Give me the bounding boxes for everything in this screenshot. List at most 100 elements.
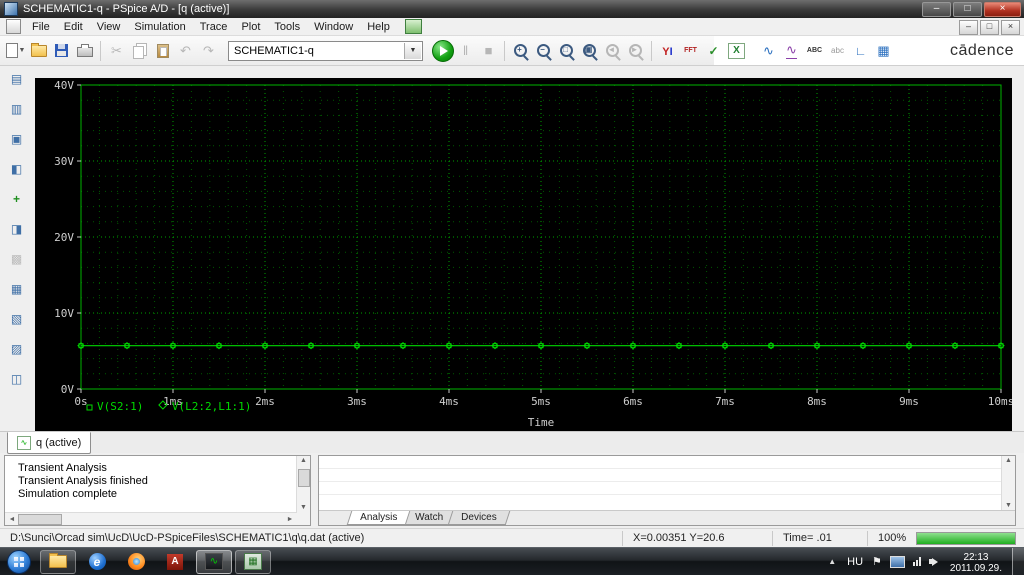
scroll-right-icon[interactable]: ►	[284, 516, 296, 523]
cut-button[interactable]: ✂	[105, 39, 128, 62]
left-toolbar-button-6[interactable]: ◨	[7, 220, 26, 238]
combobox-dropdown-icon[interactable]: ▼	[404, 42, 421, 59]
scroll-left-icon[interactable]: ◄	[6, 516, 18, 523]
paste-button[interactable]	[151, 39, 174, 62]
run-pspice-button[interactable]	[431, 39, 454, 62]
waveform-plot-area[interactable]: 40V 30V 20V 10V 0V 0s 1ms 2ms 3ms 4ms 5ms 6ms 7ms 8ms…	[35, 78, 1012, 431]
horizontal-scrollbar[interactable]: ◄ ►	[5, 512, 297, 525]
schematic-icon[interactable]	[404, 19, 422, 34]
new-file-button[interactable]: ▼	[4, 39, 27, 62]
scroll-down-icon[interactable]: ▼	[298, 504, 310, 511]
left-toolbar-button-4[interactable]: ◧	[7, 160, 26, 178]
export-excel-button[interactable]: X	[725, 39, 748, 62]
tray-expand-icon[interactable]: ▲	[822, 557, 842, 566]
previous-zoom-icon: ◄	[606, 44, 619, 57]
left-toolbar-button-3[interactable]: ▣	[7, 130, 26, 148]
mdi-minimize-button[interactable]: –	[959, 20, 978, 35]
taskbar-internet-explorer-button[interactable]: e	[79, 550, 115, 574]
save-button[interactable]	[50, 39, 73, 62]
add-trace-button[interactable]: ∿	[757, 39, 780, 62]
taskbar-explorer-button[interactable]	[40, 549, 76, 574]
performance-analysis-button[interactable]: ✓	[702, 39, 725, 62]
axis-settings-button[interactable]: ∟	[849, 39, 872, 62]
svg-text:5ms: 5ms	[531, 395, 551, 408]
left-toolbar-button-10[interactable]: ▨	[7, 340, 26, 358]
taskbar-adobe-reader-button[interactable]: A	[157, 550, 193, 574]
left-toolbar-button-5[interactable]: +	[7, 190, 26, 208]
copy-button[interactable]	[128, 39, 151, 62]
zoom-area-button[interactable]: □	[555, 39, 578, 62]
menu-tools[interactable]: Tools	[267, 19, 307, 35]
menu-help[interactable]: Help	[360, 19, 397, 35]
zoom-out-button[interactable]: −	[532, 39, 555, 62]
text-label-button[interactable]: ABC	[803, 39, 826, 62]
simulation-status-window[interactable]: ▲ ▼ Analysis Watch Devices	[318, 455, 1016, 526]
show-desktop-button[interactable]	[1012, 548, 1024, 575]
vertical-scrollbar[interactable]: ▲ ▼	[1001, 456, 1015, 510]
mdi-close-button[interactable]: ×	[1001, 20, 1020, 35]
menu-simulation[interactable]: Simulation	[127, 19, 192, 35]
vertical-scrollbar[interactable]: ▲ ▼	[296, 456, 310, 512]
menu-file[interactable]: File	[25, 19, 57, 35]
document-icon[interactable]	[6, 19, 21, 34]
menu-view[interactable]: View	[90, 19, 128, 35]
scrollbar-thumb[interactable]	[298, 469, 310, 487]
undo-button[interactable]: ↶	[174, 39, 197, 62]
toggle-cursor-button[interactable]: ∿	[780, 39, 803, 62]
taskbar-firefox-button[interactable]	[118, 550, 154, 574]
toolbar-separator	[504, 40, 505, 61]
check-icon: ✓	[708, 43, 719, 58]
print-button[interactable]	[73, 39, 96, 62]
output-window[interactable]: Transient Analysis Transient Analysis fi…	[4, 455, 311, 526]
network-tray-icon[interactable]	[912, 557, 921, 566]
progress-bar	[916, 531, 1016, 545]
hatch-page-icon: ▨	[10, 342, 23, 356]
zoom-in-button[interactable]: +	[509, 39, 532, 62]
maximize-button[interactable]: □	[953, 2, 982, 17]
left-toolbar-button-1[interactable]: ▤	[7, 70, 26, 88]
scroll-down-icon[interactable]: ▼	[1003, 502, 1015, 509]
log-x-axis-button[interactable]: YI	[656, 39, 679, 62]
action-center-flag-icon[interactable]: ⚑	[872, 555, 882, 568]
annotation-button[interactable]: abc	[826, 39, 849, 62]
left-toolbar-button-7[interactable]: ▩	[7, 250, 26, 268]
pause-button[interactable]: ‖	[454, 39, 477, 62]
simulation-profile-combobox[interactable]: SCHEMATIC1-q ▼	[228, 40, 423, 61]
mdi-restore-button[interactable]: □	[980, 20, 999, 35]
menu-edit[interactable]: Edit	[57, 19, 90, 35]
cadence-logo: cādence	[950, 42, 1014, 59]
scrollbar-thumb[interactable]	[18, 514, 62, 525]
left-toolbar-button-9[interactable]: ▧	[7, 310, 26, 328]
close-button[interactable]: ×	[984, 2, 1021, 17]
left-toolbar-button-11[interactable]: ◫	[7, 370, 26, 388]
scroll-up-icon[interactable]: ▲	[1003, 457, 1015, 464]
language-indicator[interactable]: HU	[842, 556, 868, 568]
tab-analysis[interactable]: Analysis	[346, 511, 411, 525]
add-plot-button[interactable]: ▦	[872, 39, 895, 62]
taskbar-clock[interactable]: 22:13 2011.09.29.	[942, 550, 1010, 574]
left-toolbar-button-2[interactable]: ▥	[7, 100, 26, 118]
minimize-button[interactable]: –	[922, 2, 951, 17]
disabled-tool-icon: ▩	[10, 252, 23, 266]
left-toolbar-button-8[interactable]: ▦	[7, 280, 26, 298]
waveform-chart[interactable]: 40V30V20V10V0V0s 1ms 2ms 3ms 4ms 5ms 6ms 7ms 8ms…	[35, 78, 1012, 431]
menu-trace[interactable]: Trace	[193, 19, 235, 35]
stop-button[interactable]: ■	[477, 39, 500, 62]
taskbar-orcad-capture-button[interactable]: ▦	[235, 549, 271, 574]
volume-tray-icon[interactable]	[928, 557, 938, 566]
cursor-waveform-icon: ∿	[786, 42, 797, 59]
redo-button[interactable]: ↷	[197, 39, 220, 62]
start-button[interactable]	[7, 549, 31, 574]
taskbar-pspice-button[interactable]: ∿	[196, 549, 232, 574]
menu-window[interactable]: Window	[307, 19, 360, 35]
display-tray-icon[interactable]	[889, 555, 905, 568]
open-file-button[interactable]	[27, 39, 50, 62]
tab-q-active[interactable]: ∿ q (active)	[7, 432, 92, 454]
tab-devices[interactable]: Devices	[447, 511, 511, 525]
zoom-fit-button[interactable]: ▣	[578, 39, 601, 62]
scroll-up-icon[interactable]: ▲	[298, 457, 310, 464]
menu-plot[interactable]: Plot	[234, 19, 267, 35]
view-fit-button[interactable]: ►	[624, 39, 647, 62]
view-area-button[interactable]: ◄	[601, 39, 624, 62]
fft-button[interactable]: FFT	[679, 39, 702, 62]
